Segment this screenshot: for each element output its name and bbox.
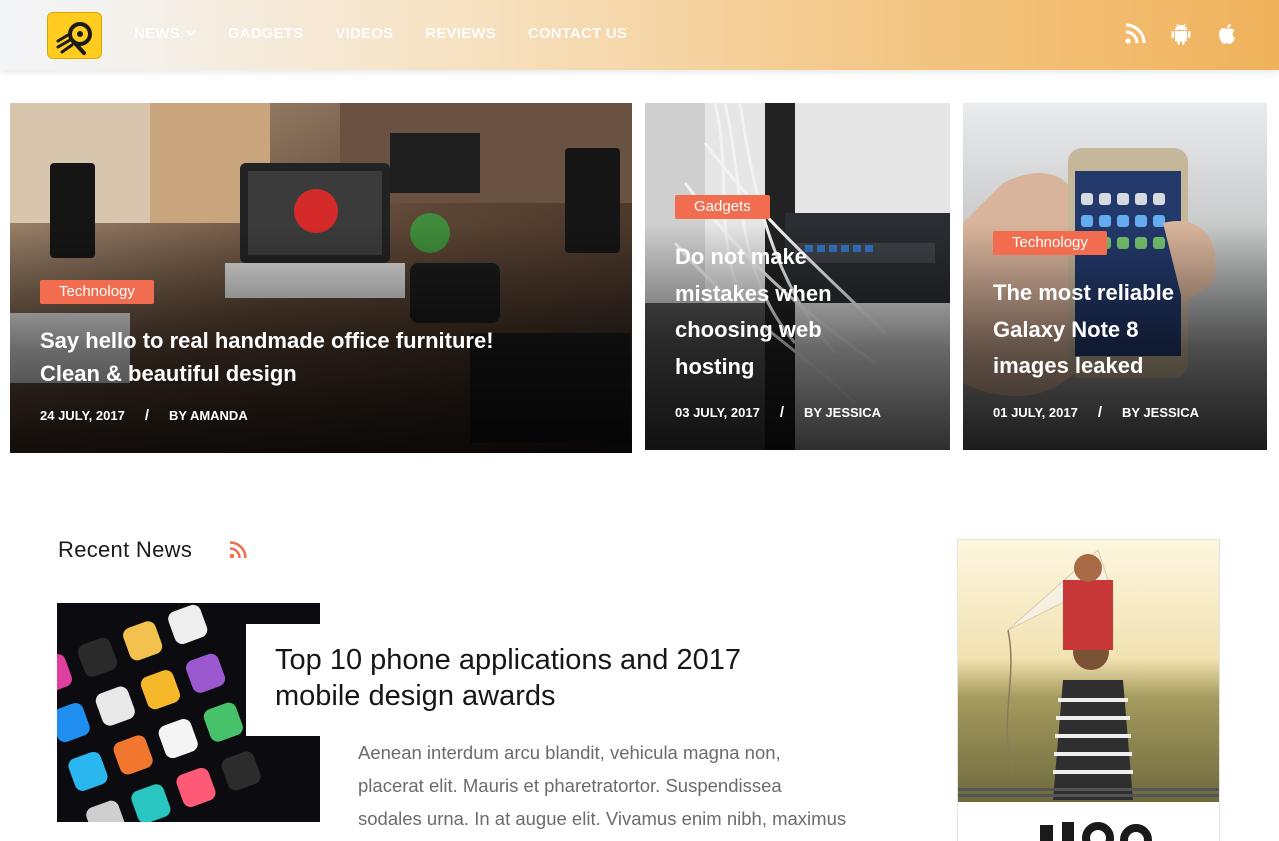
nav-news[interactable]: NEWS [134,25,196,42]
excerpt-line: Aenean interdum arcu blandit, vehicula m… [358,742,781,763]
hero-card-title[interactable]: Do not make mistakes when choosing web h… [675,239,832,385]
post-meta: 01 JULY, 2017 / BY JESSICA [993,404,1199,421]
nav-contact-us-label: CONTACT US [527,25,628,42]
rss-icon[interactable] [228,540,248,560]
news-title-line: mobile design awards [275,680,556,712]
excerpt-line: sodales urna. In at augue elit. Vivamus … [358,808,847,829]
main-nav: NEWS GADGETS VIDEOS REVIEWS CONTACT US [134,25,659,42]
post-author[interactable]: BY JESSICA [1122,405,1199,420]
hero-card-galaxy[interactable]: Technology The most reliable Galaxy Note… [963,103,1267,450]
post-date: 01 JULY, 2017 [993,405,1078,420]
nav-gadgets-label: GADGETS [227,25,304,42]
category-badge[interactable]: Technology [993,231,1107,255]
news-title[interactable]: Top 10 phone applications and 2017 mobil… [275,642,846,714]
hero-card-title-line: images leaked [993,353,1144,378]
hero-card-title-line: Clean & beautiful design [40,361,297,386]
nav-contact-us[interactable]: CONTACT US [528,25,627,42]
hero-card-title-line: mistakes when [675,280,832,306]
nav-videos[interactable]: VIDEOS [335,25,393,42]
category-badge[interactable]: Technology [40,280,154,304]
news-excerpt: Aenean interdum arcu blandit, vehicula m… [358,736,928,835]
meta-separator: / [779,404,784,421]
site-header: NEWS GADGETS VIDEOS REVIEWS CONTACT US [0,0,1279,70]
meta-separator: / [1097,404,1102,421]
hero-card-title-line: choosing web [675,317,822,342]
nav-gadgets[interactable]: GADGETS [228,25,304,42]
excerpt-line: placerat elit. Mauris et pharetratortor.… [358,775,782,796]
news-title-box: Top 10 phone applications and 2017 mobil… [246,624,846,736]
rocket-pin-icon [56,22,92,55]
recent-news-heading: Recent News [58,537,193,562]
nav-reviews[interactable]: REVIEWS [425,25,496,42]
post-date: 24 JULY, 2017 [40,408,125,423]
post-meta: 03 JULY, 2017 / BY JESSICA [675,404,881,421]
sidebar-ad[interactable] [957,539,1220,841]
hero-card-hosting[interactable]: Gadgets Do not make mistakes when choosi… [645,103,950,450]
header-social-icons [1123,22,1239,46]
nav-news-label: NEWS [134,25,180,42]
hero-card-title[interactable]: The most reliable Galaxy Note 8 images l… [993,275,1174,385]
chevron-down-icon [186,28,196,40]
post-meta: 24 JULY, 2017 / BY AMANDA [40,407,248,424]
hero-card-title-line: The most reliable [993,280,1174,305]
hero-card-office[interactable]: Technology Say hello to real handmade of… [10,103,632,453]
nav-videos-label: VIDEOS [335,25,394,42]
post-date: 03 JULY, 2017 [675,405,760,420]
meta-separator: / [144,407,149,424]
news-title-line: Top 10 phone applications and 2017 [275,644,741,676]
android-icon[interactable] [1169,22,1193,46]
site-logo[interactable] [47,12,102,59]
post-author[interactable]: BY JESSICA [804,405,881,420]
family-kite-image [958,540,1219,841]
category-badge[interactable]: Gadgets [675,195,770,219]
hero-card-title-line: hosting [675,353,755,379]
hero-card-title-line: Say hello to real handmade office furnit… [40,328,494,353]
hero-card-title-line: Do not make [675,244,808,269]
apple-icon[interactable] [1215,22,1239,46]
hero-card-title-line: Galaxy Note 8 [993,316,1139,342]
nav-reviews-label: REVIEWS [425,25,496,42]
hero-card-title[interactable]: Say hello to real handmade office furnit… [40,324,494,390]
post-author[interactable]: BY AMANDA [169,408,248,423]
rss-icon[interactable] [1123,22,1147,46]
